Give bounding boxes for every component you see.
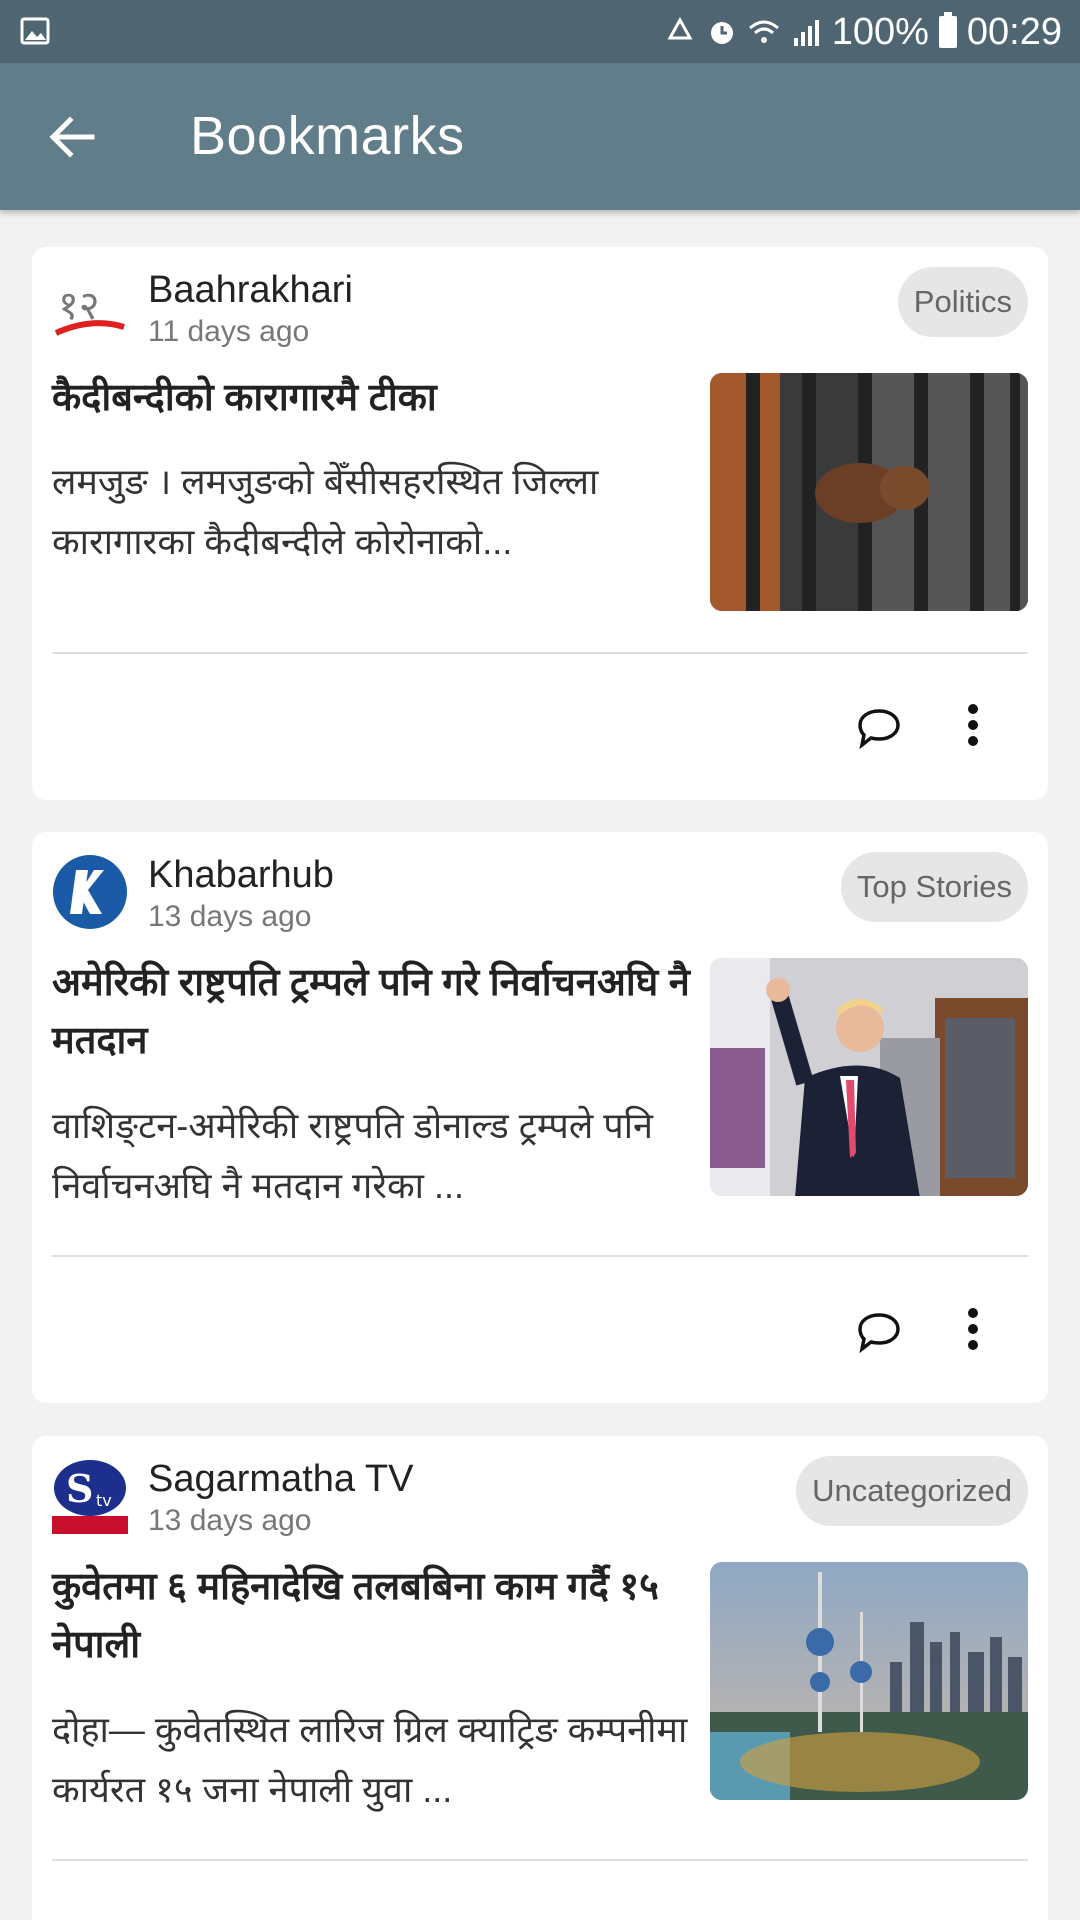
page-title: Bookmarks: [190, 106, 465, 166]
divider: [52, 1255, 1028, 1257]
article-description: वाशिङ्टन-अमेरिकी राष्ट्रपति डोनाल्ड ट्रम…: [52, 1105, 653, 1206]
svg-text:tv: tv: [96, 1491, 112, 1510]
gallery-icon: [20, 17, 50, 45]
article-headline[interactable]: कैदीबन्दीको कारागारमै टीका: [52, 369, 702, 427]
baahrakhari-logo: १२: [52, 269, 128, 345]
back-arrow-icon[interactable]: [42, 107, 102, 167]
article-card[interactable]: १२ Baahrakhari 11 days ago Politics कैदी…: [32, 247, 1048, 800]
article-thumbnail[interactable]: [710, 1562, 1028, 1800]
article-card[interactable]: S tv Sagarmatha TV 13 days ago Uncategor…: [32, 1436, 1048, 1920]
time-ago: 13 days ago: [148, 900, 312, 933]
article-description: लमजुङ । लमजुङको बेँसीसहरस्थित जिल्ला कार…: [52, 461, 599, 562]
wifi-icon: [748, 20, 779, 43]
khabarhub-logo: [53, 855, 127, 929]
alarm-icon: [710, 22, 733, 44]
more-options-icon[interactable]: [958, 703, 988, 753]
article-card[interactable]: Khabarhub 13 days ago Top Stories अमेरिक…: [32, 832, 1048, 1403]
more-options-icon[interactable]: [958, 1307, 988, 1357]
app-bar: Bookmarks: [0, 63, 1080, 210]
battery-percentage: 100%: [831, 10, 929, 53]
time-ago: 11 days ago: [148, 315, 310, 348]
divider: [52, 1859, 1028, 1861]
divider: [52, 652, 1028, 654]
article-thumbnail[interactable]: [710, 373, 1028, 611]
battery-icon: [938, 12, 957, 48]
category-badge[interactable]: Top Stories: [840, 852, 1028, 922]
clock: 00:29: [966, 10, 1062, 53]
source-name: Baahrakhari: [148, 269, 353, 311]
svg-text:S: S: [66, 1466, 93, 1511]
sagarmatha-tv-logo: S tv: [52, 1458, 128, 1534]
article-description: दोहा— कुवेतस्थित लारिज ग्रिल क्याट्रिङ क…: [52, 1709, 688, 1810]
time-ago: 13 days ago: [148, 1504, 312, 1537]
comment-icon[interactable]: [854, 1307, 904, 1357]
article-thumbnail[interactable]: [710, 958, 1028, 1196]
recycle-icon: [667, 16, 693, 40]
article-headline[interactable]: कुवेतमा ६ महिनादेखि तलबबिना काम गर्दै १५…: [52, 1558, 702, 1674]
category-badge[interactable]: Uncategorized: [796, 1456, 1028, 1526]
category-badge[interactable]: Politics: [897, 267, 1028, 337]
status-bar: 100% 00:29: [0, 0, 1080, 63]
source-name: Khabarhub: [148, 854, 334, 896]
source-name: Sagarmatha TV: [148, 1458, 414, 1500]
comment-icon[interactable]: [854, 703, 904, 753]
article-headline[interactable]: अमेरिकी राष्ट्रपति ट्रम्पले पनि गरे निर्…: [52, 954, 702, 1070]
signal-icon: [793, 20, 819, 46]
